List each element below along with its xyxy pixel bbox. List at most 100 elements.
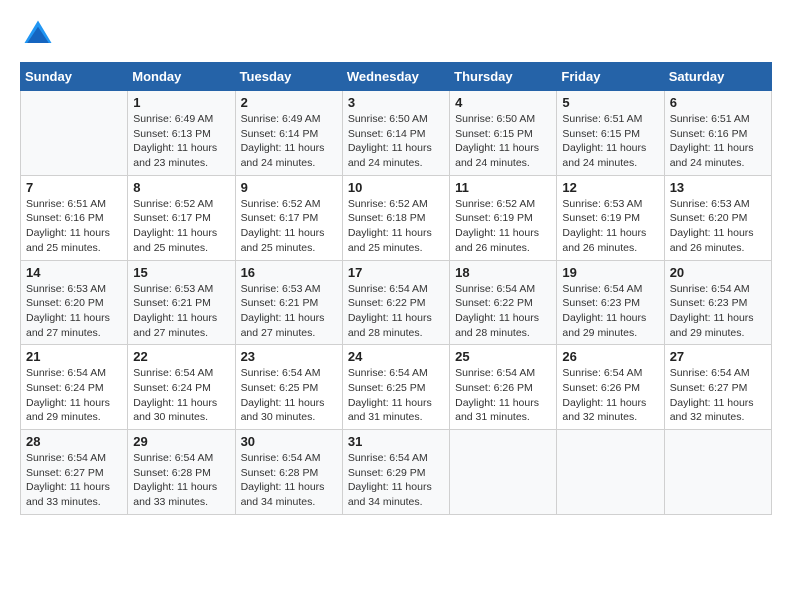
day-cell: 5 Sunrise: 6:51 AM Sunset: 6:15 PM Daylig… [557,91,664,176]
day-number: 29 [133,434,230,449]
day-info: Sunrise: 6:53 AM Sunset: 6:21 PM Dayligh… [241,282,338,341]
day-cell [557,430,664,515]
day-info: Sunrise: 6:54 AM Sunset: 6:25 PM Dayligh… [348,366,445,425]
day-number: 16 [241,265,338,280]
day-info: Sunrise: 6:54 AM Sunset: 6:23 PM Dayligh… [562,282,659,341]
day-cell: 6 Sunrise: 6:51 AM Sunset: 6:16 PM Daylig… [664,91,771,176]
day-info: Sunrise: 6:54 AM Sunset: 6:29 PM Dayligh… [348,451,445,510]
header-thursday: Thursday [450,63,557,91]
day-info: Sunrise: 6:52 AM Sunset: 6:19 PM Dayligh… [455,197,552,256]
day-cell: 9 Sunrise: 6:52 AM Sunset: 6:17 PM Daylig… [235,175,342,260]
day-number: 31 [348,434,445,449]
day-cell: 26Sunrise: 6:54 AM Sunset: 6:26 PM Dayli… [557,345,664,430]
day-info: Sunrise: 6:54 AM Sunset: 6:28 PM Dayligh… [133,451,230,510]
logo [20,16,62,52]
day-number: 6 [670,95,767,110]
header-monday: Monday [128,63,235,91]
calendar-table: SundayMondayTuesdayWednesdayThursdayFrid… [20,62,772,515]
day-info: Sunrise: 6:54 AM Sunset: 6:28 PM Dayligh… [241,451,338,510]
day-cell [450,430,557,515]
day-cell [21,91,128,176]
header-sunday: Sunday [21,63,128,91]
day-number: 7 [26,180,123,195]
header-friday: Friday [557,63,664,91]
day-number: 23 [241,349,338,364]
day-number: 10 [348,180,445,195]
day-number: 12 [562,180,659,195]
day-info: Sunrise: 6:54 AM Sunset: 6:22 PM Dayligh… [455,282,552,341]
week-row-1: 1 Sunrise: 6:49 AM Sunset: 6:13 PM Daylig… [21,91,772,176]
day-info: Sunrise: 6:54 AM Sunset: 6:25 PM Dayligh… [241,366,338,425]
day-info: Sunrise: 6:53 AM Sunset: 6:20 PM Dayligh… [26,282,123,341]
day-cell: 14Sunrise: 6:53 AM Sunset: 6:20 PM Dayli… [21,260,128,345]
day-number: 2 [241,95,338,110]
day-info: Sunrise: 6:54 AM Sunset: 6:27 PM Dayligh… [670,366,767,425]
day-cell: 24 Sunrise: 6:54 AM Sunset: 6:25 PM Dayli… [342,345,449,430]
day-info: Sunrise: 6:51 AM Sunset: 6:16 PM Dayligh… [26,197,123,256]
day-cell: 19 Sunrise: 6:54 AM Sunset: 6:23 PM Dayli… [557,260,664,345]
day-cell: 7 Sunrise: 6:51 AM Sunset: 6:16 PM Daylig… [21,175,128,260]
day-number: 19 [562,265,659,280]
week-row-2: 7 Sunrise: 6:51 AM Sunset: 6:16 PM Daylig… [21,175,772,260]
day-info: Sunrise: 6:52 AM Sunset: 6:17 PM Dayligh… [241,197,338,256]
calendar-header-row: SundayMondayTuesdayWednesdayThursdayFrid… [21,63,772,91]
logo-icon [20,16,56,52]
day-cell: 3Sunrise: 6:50 AM Sunset: 6:14 PM Daylig… [342,91,449,176]
day-cell: 27 Sunrise: 6:54 AM Sunset: 6:27 PM Dayli… [664,345,771,430]
page: SundayMondayTuesdayWednesdayThursdayFrid… [0,0,792,612]
day-cell [664,430,771,515]
day-cell: 8 Sunrise: 6:52 AM Sunset: 6:17 PM Daylig… [128,175,235,260]
day-cell: 11 Sunrise: 6:52 AM Sunset: 6:19 PM Dayli… [450,175,557,260]
week-row-4: 21 Sunrise: 6:54 AM Sunset: 6:24 PM Dayli… [21,345,772,430]
day-info: Sunrise: 6:49 AM Sunset: 6:14 PM Dayligh… [241,112,338,171]
day-number: 18 [455,265,552,280]
day-info: Sunrise: 6:54 AM Sunset: 6:24 PM Dayligh… [133,366,230,425]
day-cell: 17 Sunrise: 6:54 AM Sunset: 6:22 PM Dayli… [342,260,449,345]
day-info: Sunrise: 6:53 AM Sunset: 6:19 PM Dayligh… [562,197,659,256]
day-number: 13 [670,180,767,195]
header-wednesday: Wednesday [342,63,449,91]
header-tuesday: Tuesday [235,63,342,91]
day-number: 24 [348,349,445,364]
day-number: 17 [348,265,445,280]
day-info: Sunrise: 6:52 AM Sunset: 6:17 PM Dayligh… [133,197,230,256]
day-cell: 1 Sunrise: 6:49 AM Sunset: 6:13 PM Daylig… [128,91,235,176]
day-info: Sunrise: 6:51 AM Sunset: 6:15 PM Dayligh… [562,112,659,171]
day-number: 11 [455,180,552,195]
day-cell: 18 Sunrise: 6:54 AM Sunset: 6:22 PM Dayli… [450,260,557,345]
day-cell: 29 Sunrise: 6:54 AM Sunset: 6:28 PM Dayli… [128,430,235,515]
day-cell: 20Sunrise: 6:54 AM Sunset: 6:23 PM Dayli… [664,260,771,345]
day-info: Sunrise: 6:50 AM Sunset: 6:15 PM Dayligh… [455,112,552,171]
day-info: Sunrise: 6:53 AM Sunset: 6:20 PM Dayligh… [670,197,767,256]
day-number: 4 [455,95,552,110]
day-number: 8 [133,180,230,195]
day-number: 20 [670,265,767,280]
day-number: 1 [133,95,230,110]
header-saturday: Saturday [664,63,771,91]
day-info: Sunrise: 6:54 AM Sunset: 6:22 PM Dayligh… [348,282,445,341]
day-cell: 4 Sunrise: 6:50 AM Sunset: 6:15 PM Daylig… [450,91,557,176]
week-row-5: 28Sunrise: 6:54 AM Sunset: 6:27 PM Dayli… [21,430,772,515]
day-info: Sunrise: 6:49 AM Sunset: 6:13 PM Dayligh… [133,112,230,171]
day-info: Sunrise: 6:54 AM Sunset: 6:24 PM Dayligh… [26,366,123,425]
day-cell: 28Sunrise: 6:54 AM Sunset: 6:27 PM Dayli… [21,430,128,515]
week-row-3: 14Sunrise: 6:53 AM Sunset: 6:20 PM Dayli… [21,260,772,345]
day-number: 5 [562,95,659,110]
day-number: 28 [26,434,123,449]
day-cell: 30Sunrise: 6:54 AM Sunset: 6:28 PM Dayli… [235,430,342,515]
day-cell: 21 Sunrise: 6:54 AM Sunset: 6:24 PM Dayli… [21,345,128,430]
day-info: Sunrise: 6:51 AM Sunset: 6:16 PM Dayligh… [670,112,767,171]
day-number: 27 [670,349,767,364]
day-number: 9 [241,180,338,195]
day-info: Sunrise: 6:50 AM Sunset: 6:14 PM Dayligh… [348,112,445,171]
day-number: 25 [455,349,552,364]
day-cell: 22Sunrise: 6:54 AM Sunset: 6:24 PM Dayli… [128,345,235,430]
day-info: Sunrise: 6:52 AM Sunset: 6:18 PM Dayligh… [348,197,445,256]
day-cell: 23 Sunrise: 6:54 AM Sunset: 6:25 PM Dayli… [235,345,342,430]
day-cell: 16 Sunrise: 6:53 AM Sunset: 6:21 PM Dayli… [235,260,342,345]
day-number: 21 [26,349,123,364]
day-cell: 12 Sunrise: 6:53 AM Sunset: 6:19 PM Dayli… [557,175,664,260]
day-cell: 13 Sunrise: 6:53 AM Sunset: 6:20 PM Dayli… [664,175,771,260]
header [20,16,772,52]
day-cell: 15Sunrise: 6:53 AM Sunset: 6:21 PM Dayli… [128,260,235,345]
